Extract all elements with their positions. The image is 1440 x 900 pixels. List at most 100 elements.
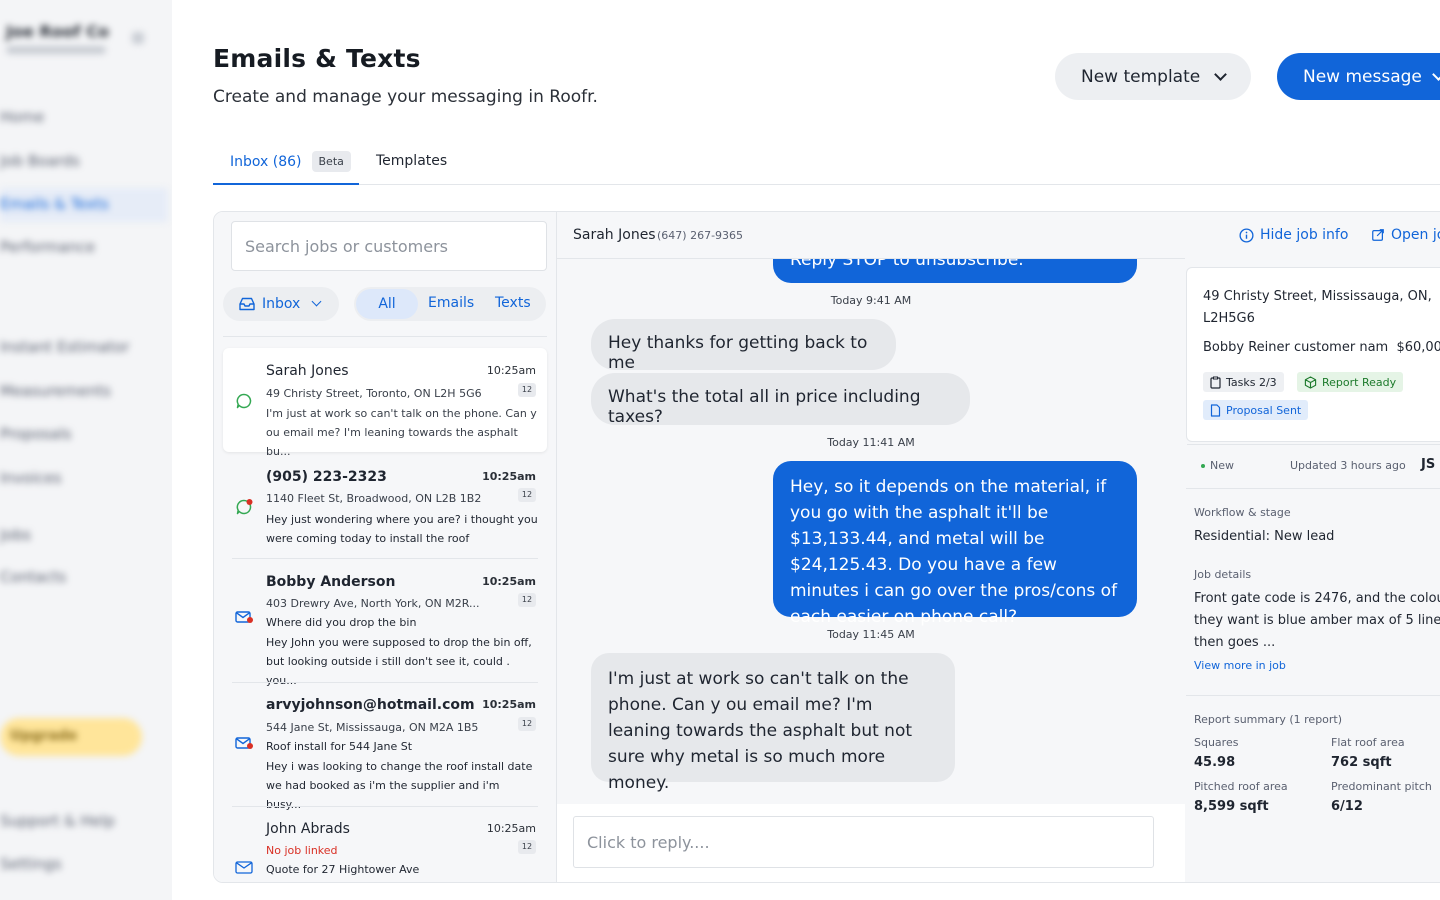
new-message-button[interactable]: New message bbox=[1277, 53, 1440, 100]
search-input[interactable] bbox=[231, 221, 547, 271]
sidebar-item-performance[interactable]: Performance bbox=[0, 238, 95, 256]
view-more-link[interactable]: View more in job bbox=[1194, 659, 1286, 672]
reply-input[interactable] bbox=[573, 816, 1154, 868]
updated-time: Updated 3 hours ago bbox=[1290, 459, 1406, 472]
conversation-item[interactable]: Bobby Anderson 10:25am 12 403 Drewry Ave… bbox=[223, 562, 547, 687]
conversation-name: arvyjohnson@hotmail.com bbox=[266, 697, 475, 713]
document-icon bbox=[1210, 403, 1221, 417]
conversation-address: 1140 Fleet St, Broadwood, ON L2B 1B2 bbox=[266, 492, 482, 505]
tab-bar: Inbox (86) Beta Templates bbox=[213, 140, 1440, 185]
collapse-icon[interactable] bbox=[132, 32, 144, 44]
report-ready-label: Report Ready bbox=[1322, 375, 1397, 389]
sidebar-item-emails-texts[interactable]: Emails & Texts bbox=[0, 195, 109, 213]
pitched-roof-label: Pitched roof area bbox=[1194, 780, 1288, 793]
conversation-item[interactable]: (905) 223-2323 10:25am 12 1140 Fleet St,… bbox=[223, 456, 547, 556]
inbox-filter-dropdown[interactable]: Inbox bbox=[223, 287, 339, 321]
cube-icon bbox=[1304, 375, 1317, 389]
pitch-label: Predominant pitch bbox=[1331, 780, 1432, 793]
beta-badge: Beta bbox=[311, 151, 351, 172]
info-icon bbox=[1239, 227, 1254, 243]
new-template-button[interactable]: New template bbox=[1055, 53, 1251, 100]
message-text: Hey thanks for getting back to me bbox=[608, 333, 868, 373]
filter-all[interactable]: All bbox=[356, 289, 418, 319]
sidebar-item-proposals[interactable]: Proposals bbox=[0, 425, 71, 443]
proposal-sent-label: Proposal Sent bbox=[1226, 403, 1302, 417]
no-job-linked-label: No job linked bbox=[266, 844, 338, 857]
message-text: Reply STOP to unsubscribe. bbox=[790, 259, 1024, 270]
job-info-actions: Hide job info Open jo bbox=[1185, 212, 1440, 259]
sidebar-item-home[interactable]: Home bbox=[0, 108, 44, 126]
sidebar-item-settings[interactable]: Settings bbox=[0, 855, 62, 873]
sidebar-item-job-boards[interactable]: Job Boards bbox=[0, 152, 80, 170]
chat-header: Sarah Jones (647) 267-9365 bbox=[557, 212, 1185, 259]
sidebar-item-instant-estimator[interactable]: Instant Estimator bbox=[0, 338, 129, 356]
conversation-item[interactable]: arvyjohnson@hotmail.com 10:25am 12 544 J… bbox=[223, 686, 547, 811]
chat-thread: Sarah Jones (647) 267-9365 Reply STOP to… bbox=[557, 212, 1185, 882]
incoming-message: What's the total all in price including … bbox=[591, 373, 970, 427]
org-name: Joe Roof Co bbox=[6, 22, 109, 41]
filter-emails[interactable]: Emails bbox=[428, 295, 474, 311]
message-text: I'm just at work so can't talk on the ph… bbox=[608, 669, 913, 793]
sidebar-item-support[interactable]: Support & Help bbox=[0, 812, 115, 830]
message-count-badge: 12 bbox=[518, 593, 536, 607]
job-details-label: Job details bbox=[1194, 568, 1252, 581]
job-address: 49 Christy Street, Mississauga, ON, L2H5… bbox=[1203, 289, 1432, 326]
open-external-icon bbox=[1372, 229, 1384, 241]
tasks-chip[interactable]: Tasks 2/3 bbox=[1203, 372, 1284, 392]
open-job-button[interactable]: Open jo bbox=[1371, 227, 1440, 243]
workflow-value: Residential: New lead bbox=[1194, 529, 1335, 544]
divider bbox=[223, 336, 547, 337]
sidebar: Joe Roof Co Home Job Boards Emails & Tex… bbox=[0, 0, 172, 900]
message-count-badge: 12 bbox=[518, 840, 536, 854]
message-count-badge: 12 bbox=[518, 717, 536, 731]
hide-job-info-button[interactable]: Hide job info bbox=[1239, 227, 1348, 243]
job-amount: $60,000 bbox=[1396, 340, 1440, 355]
new-message-label: New message bbox=[1303, 66, 1422, 87]
email-unread-icon bbox=[235, 611, 253, 623]
sidebar-item-jobs[interactable]: Jobs bbox=[0, 526, 31, 544]
conversation-time: 10:25am bbox=[486, 364, 536, 377]
conversation-time: 10:25am bbox=[482, 575, 536, 588]
incoming-message: Hey thanks for getting back to me bbox=[591, 319, 896, 373]
tab-inbox[interactable]: Inbox (86) Beta bbox=[213, 140, 359, 185]
outgoing-message: Reply STOP to unsubscribe. bbox=[773, 259, 1137, 283]
conversation-subject: Quote for 27 Hightower Ave bbox=[266, 863, 420, 876]
timestamp: Today 11:41 AM bbox=[827, 436, 915, 449]
sms-icon bbox=[236, 393, 252, 409]
divider bbox=[1186, 695, 1440, 696]
conversation-address: 49 Christy Street, Toronto, ON L2H 5G6 bbox=[266, 387, 482, 400]
tab-templates[interactable]: Templates bbox=[376, 153, 447, 169]
sidebar-item-invoices[interactable]: Invoices bbox=[0, 469, 61, 487]
sidebar-item-contacts[interactable]: Contacts bbox=[0, 568, 66, 586]
customer-name: Bobby Reiner customer nam bbox=[1203, 340, 1389, 355]
job-info-panel: Hide job info Open jo 49 Christy Street,… bbox=[1185, 212, 1440, 882]
conversation-address: 544 Jane St, Mississauga, ON M2A 1B5 bbox=[266, 721, 479, 734]
report-ready-chip[interactable]: Report Ready bbox=[1297, 372, 1404, 392]
sidebar-item-measurements[interactable]: Measurements bbox=[0, 382, 111, 400]
conversation-time: 10:25am bbox=[486, 822, 536, 835]
filter-texts[interactable]: Texts bbox=[495, 295, 531, 311]
divider bbox=[232, 558, 538, 559]
conversation-name: Sarah Jones bbox=[266, 363, 349, 379]
clipboard-icon bbox=[1210, 376, 1221, 389]
divider bbox=[232, 682, 538, 683]
conversation-item[interactable]: John Abrads 10:25am 12 No job linked Quo… bbox=[223, 810, 547, 882]
pitch-value: 6/12 bbox=[1331, 799, 1363, 814]
upgrade-button[interactable]: Upgrade bbox=[0, 718, 142, 756]
chevron-down-icon bbox=[1432, 67, 1440, 81]
conversation-subject: Where did you drop the bin bbox=[266, 616, 417, 629]
proposal-sent-chip[interactable]: Proposal Sent bbox=[1203, 400, 1309, 420]
job-card[interactable]: 49 Christy Street, Mississauga, ON, L2H5… bbox=[1186, 267, 1440, 445]
avatar[interactable]: JS bbox=[1421, 457, 1435, 472]
report-summary-label: Report summary (1 report) bbox=[1194, 713, 1343, 726]
hide-job-info-label: Hide job info bbox=[1260, 227, 1349, 243]
conversation-time: 10:25am bbox=[482, 698, 536, 711]
email-icon bbox=[235, 861, 253, 874]
chevron-down-icon bbox=[1214, 67, 1228, 81]
inbox-icon bbox=[239, 297, 255, 311]
inbox-filter-label: Inbox bbox=[262, 296, 301, 312]
conversation-snippet: Hey just wondering where you are? i thou… bbox=[266, 513, 538, 545]
chevron-down-icon bbox=[311, 296, 322, 307]
conversation-item[interactable]: Sarah Jones 10:25am 12 49 Christy Street… bbox=[223, 348, 547, 458]
channel-filter: All Emails Texts bbox=[354, 287, 546, 321]
